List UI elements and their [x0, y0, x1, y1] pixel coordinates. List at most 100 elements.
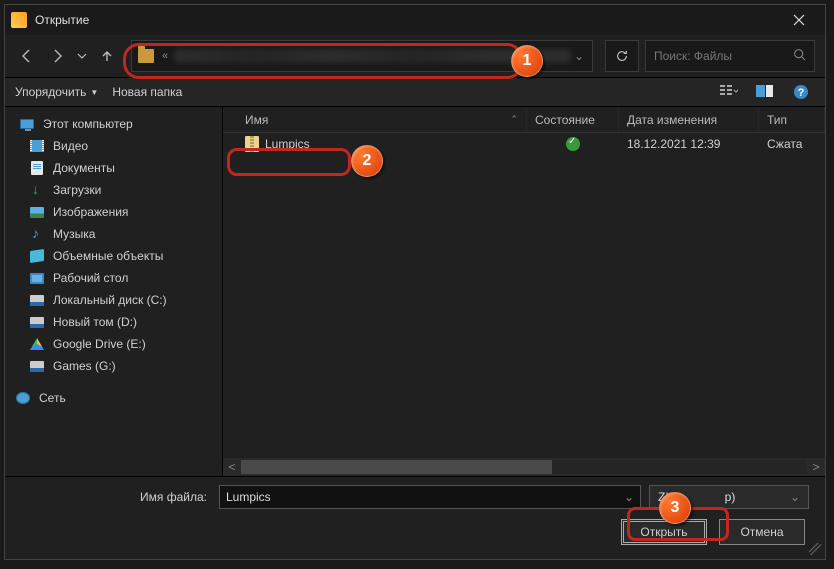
organize-menu[interactable]: Упорядочить ▼ [15, 85, 98, 99]
open-button[interactable]: Открыть [621, 519, 707, 545]
recent-locations-button[interactable] [75, 44, 89, 68]
image-icon [30, 207, 44, 218]
network-icon [16, 392, 30, 404]
badge-3: 3 [659, 492, 691, 524]
column-status[interactable]: Состояние [527, 107, 619, 132]
help-button[interactable]: ? [787, 81, 815, 103]
svg-text:?: ? [798, 87, 805, 99]
sidebar-label: Локальный диск (C:) [53, 293, 167, 307]
sidebar-item-games-g[interactable]: Games (G:) [5, 355, 222, 377]
sidebar-label: Этот компьютер [43, 117, 133, 131]
sidebar-item-downloads[interactable]: Загрузки [5, 179, 222, 201]
bottom-panel: Имя файла: Lumpics ⌄ ZIP p) ⌄ Открыть От… [5, 476, 825, 559]
sidebar-label: Видео [53, 139, 88, 153]
sort-asc-icon: ⌃ [510, 114, 518, 125]
file-date: 18.12.2021 12:39 [619, 137, 759, 151]
sidebar-label: Загрузки [53, 183, 101, 197]
sidebar-item-music[interactable]: Музыка [5, 223, 222, 245]
folder-icon [138, 49, 154, 63]
google-drive-icon [30, 338, 44, 350]
horizontal-scrollbar[interactable]: < > [223, 458, 825, 476]
filename-combo[interactable]: Lumpics ⌄ [219, 485, 641, 509]
chevron-down-icon[interactable]: ⌄ [624, 490, 634, 504]
scroll-left-icon[interactable]: < [223, 460, 241, 474]
back-button[interactable] [15, 44, 39, 68]
sidebar-label: Объемные объекты [53, 249, 163, 263]
filetype-suffix: p) [725, 490, 736, 504]
address-dropdown-icon[interactable]: ⌄ [572, 49, 586, 63]
cube-icon [30, 249, 44, 263]
arrow-up-icon [99, 48, 115, 64]
search-placeholder: Поиск: Файлы [654, 49, 793, 63]
sidebar-item-google-drive-e[interactable]: Google Drive (E:) [5, 333, 222, 355]
scroll-thumb[interactable] [241, 460, 552, 474]
file-name: Lumpics [265, 137, 310, 151]
film-icon [30, 140, 44, 152]
music-icon [30, 227, 44, 241]
file-rows: Lumpics 18.12.2021 12:39 Сжата [223, 133, 825, 458]
scroll-right-icon[interactable]: > [807, 460, 825, 474]
refresh-icon [615, 49, 629, 63]
badge-2: 2 [351, 145, 383, 177]
search-field[interactable]: Поиск: Файлы [645, 40, 815, 72]
new-folder-button[interactable]: Новая папка [112, 85, 182, 99]
chevron-down-icon[interactable]: ⌄ [790, 490, 800, 504]
sidebar-item-videos[interactable]: Видео [5, 135, 222, 157]
file-open-dialog: Открытие « ⌄ Поиск: Файлы Упорядочить [4, 4, 826, 560]
badge-1: 1 [511, 45, 543, 77]
column-date[interactable]: Дата изменения [619, 107, 759, 132]
sidebar-item-pictures[interactable]: Изображения [5, 201, 222, 223]
file-list: Имя⌃ Состояние Дата изменения Тип Lumpic… [223, 107, 825, 476]
sidebar-item-local-disk-c[interactable]: Локальный диск (C:) [5, 289, 222, 311]
app-icon [11, 12, 27, 28]
file-row[interactable]: Lumpics 18.12.2021 12:39 Сжата [223, 133, 825, 155]
disk-icon [30, 317, 44, 328]
column-headers: Имя⌃ Состояние Дата изменения Тип [223, 107, 825, 133]
disk-icon [30, 295, 44, 306]
status-ok-icon [566, 137, 580, 151]
sidebar-label: Games (G:) [53, 359, 116, 373]
search-icon [793, 48, 806, 64]
preview-pane-button[interactable] [751, 81, 779, 103]
chevron-down-icon [77, 51, 87, 61]
filename-value: Lumpics [226, 490, 271, 504]
column-name[interactable]: Имя⌃ [237, 107, 527, 132]
sidebar-label: Документы [53, 161, 115, 175]
organize-label: Упорядочить [15, 85, 86, 99]
scroll-track[interactable] [241, 460, 807, 474]
filename-label: Имя файла: [21, 490, 211, 504]
document-icon [31, 161, 43, 175]
sidebar-label: Музыка [53, 227, 95, 241]
sidebar-network[interactable]: Сеть [5, 387, 222, 409]
view-options-button[interactable] [715, 81, 743, 103]
sidebar-this-pc[interactable]: Этот компьютер [5, 113, 222, 135]
sidebar-item-documents[interactable]: Документы [5, 157, 222, 179]
up-button[interactable] [95, 44, 119, 68]
resize-grip[interactable] [809, 543, 821, 555]
forward-button[interactable] [45, 44, 69, 68]
sidebar-label: Новый том (D:) [53, 315, 137, 329]
titlebar: Открытие [5, 5, 825, 35]
sidebar-item-new-volume-d[interactable]: Новый том (D:) [5, 311, 222, 333]
toolbar: Упорядочить ▼ Новая папка ? [5, 77, 825, 107]
sidebar-label: Google Drive (E:) [53, 337, 146, 351]
arrow-left-icon [19, 48, 35, 64]
file-type: Сжата [759, 137, 825, 151]
sidebar-item-3d-objects[interactable]: Объемные объекты [5, 245, 222, 267]
help-icon: ? [793, 84, 809, 100]
monitor-icon [20, 119, 34, 129]
disk-icon [30, 361, 44, 372]
sidebar-item-desktop[interactable]: Рабочий стол [5, 267, 222, 289]
window-title: Открытие [35, 13, 779, 27]
column-type[interactable]: Тип [759, 107, 825, 132]
nav-row: « ⌄ Поиск: Файлы [5, 35, 825, 77]
close-button[interactable] [779, 6, 819, 34]
close-icon [793, 14, 805, 26]
cancel-button[interactable]: Отмена [719, 519, 805, 545]
refresh-button[interactable] [605, 40, 639, 72]
preview-pane-icon [756, 85, 774, 99]
sidebar-label: Рабочий стол [53, 271, 128, 285]
arrow-right-icon [49, 48, 65, 64]
desktop-icon [30, 273, 44, 284]
zip-icon [245, 136, 259, 152]
